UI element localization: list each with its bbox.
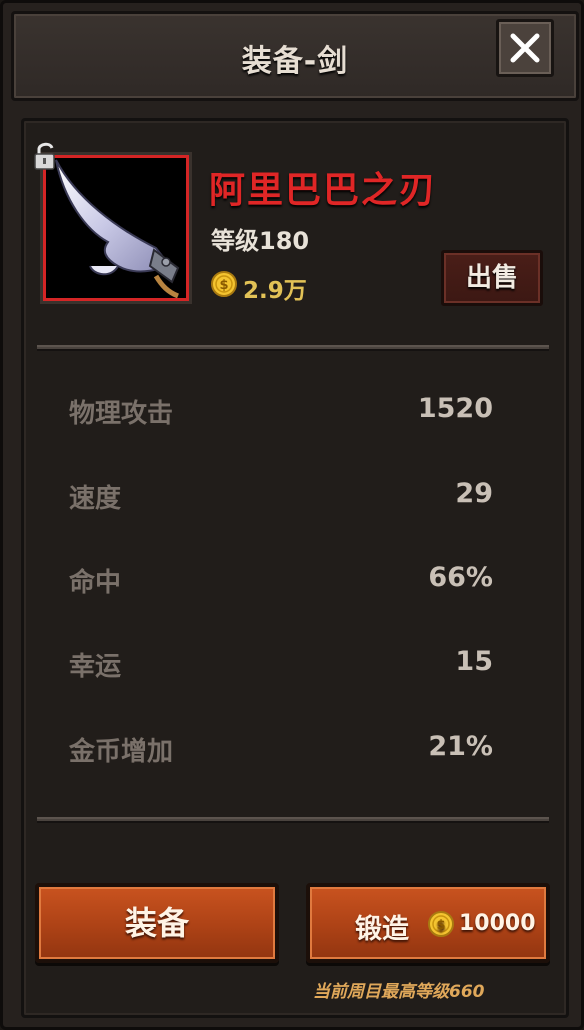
stat-label-accuracy: 命中 <box>69 568 122 598</box>
dialog-title: 装备-剑 <box>241 44 349 79</box>
item-image-frame[interactable] <box>43 155 189 301</box>
stat-value-speed: 29 <box>455 478 493 509</box>
close-icon <box>510 33 540 63</box>
svg-text:$: $ <box>219 278 228 293</box>
max-level-note: 当前周目最高等级660 <box>313 982 485 1002</box>
stat-label-speed: 速度 <box>69 484 122 514</box>
curved-blade-icon <box>55 159 180 299</box>
forge-button-label: 锻造 <box>355 914 409 945</box>
svg-text:$: $ <box>436 918 445 933</box>
item-level: 等级180 <box>211 227 310 255</box>
sell-button[interactable]: 出售 <box>441 250 543 306</box>
forge-cost: 10000 <box>459 911 536 936</box>
stat-value-luck: 15 <box>455 646 493 677</box>
stat-label-physical-attack: 物理攻击 <box>69 399 174 429</box>
divider-bottom <box>37 817 549 823</box>
stat-value-gold-bonus: 21% <box>428 731 493 762</box>
divider-top <box>37 345 549 351</box>
equip-button[interactable]: 装备 <box>35 883 279 963</box>
gold-coin-icon: $ <box>428 911 454 941</box>
dialog-header: 装备-剑 <box>11 11 579 101</box>
item-price: 2.9万 <box>243 278 307 304</box>
forge-button[interactable]: 锻造 $ 10000 <box>306 883 550 963</box>
equipment-dialog: 装备-剑 阿里巴巴之刃 等级180 $ 2.9万 出售 物理攻击 1520 速度… <box>0 0 584 1030</box>
stat-value-physical-attack: 1520 <box>417 393 493 424</box>
stat-value-accuracy: 66% <box>428 562 493 593</box>
item-name: 阿里巴巴之刃 <box>209 170 438 211</box>
unlocked-padlock-icon[interactable] <box>33 141 59 175</box>
close-button[interactable] <box>496 19 554 77</box>
stat-label-luck: 幸运 <box>69 652 122 682</box>
gold-coin-icon: $ <box>211 271 237 301</box>
stat-label-gold-bonus: 金币增加 <box>69 737 174 767</box>
